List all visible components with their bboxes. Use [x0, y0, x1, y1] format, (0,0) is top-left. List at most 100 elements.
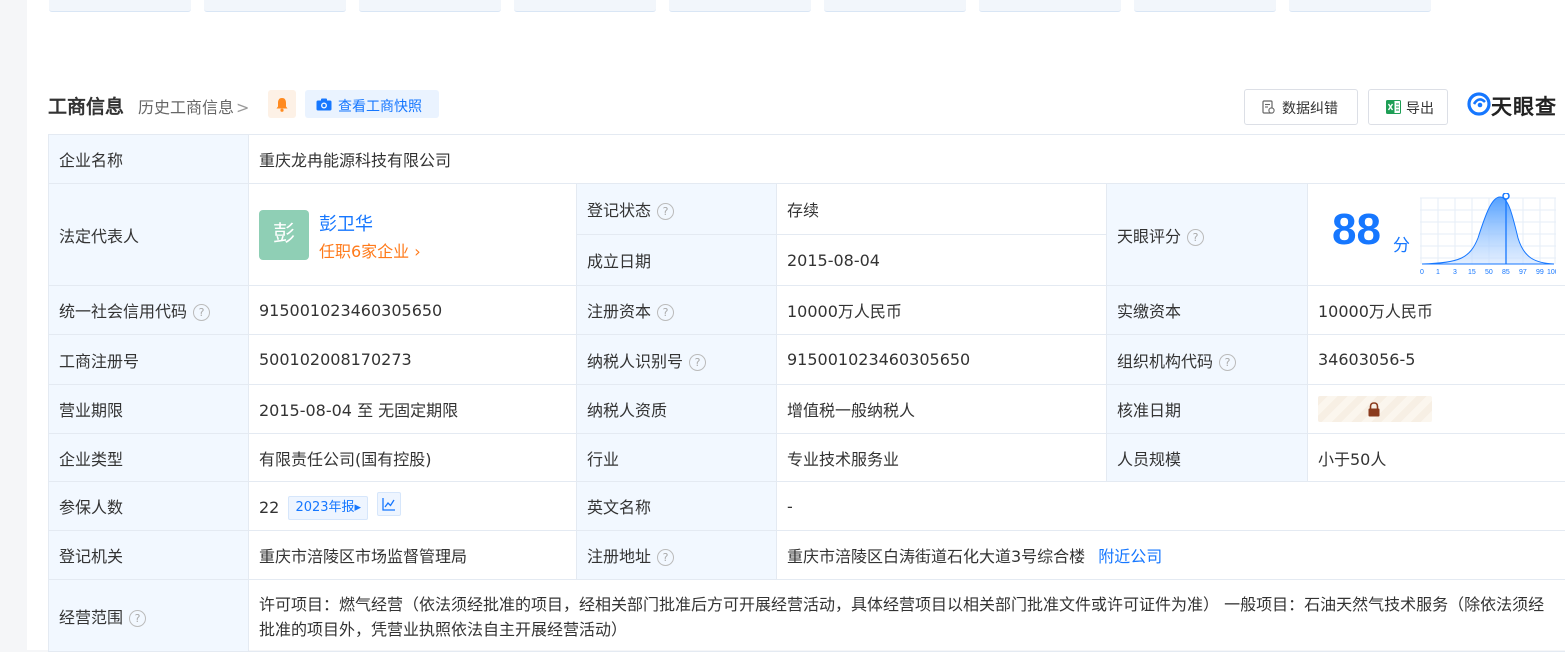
- reg-authority-value: 重庆市涪陵区市场监督管理局: [249, 531, 577, 580]
- help-icon[interactable]: ?: [1219, 354, 1236, 371]
- top-tab[interactable]: [1134, 0, 1276, 12]
- industry-value: 专业技术服务业: [777, 434, 1107, 482]
- score-axis-tick: 99: [1536, 269, 1544, 276]
- biz-term-value: 2015-08-04 至 无固定期限: [249, 385, 577, 434]
- monitor-button[interactable]: [268, 90, 296, 118]
- table-row: 统一社会信用代码? 915001023460305650 注册资本? 10000…: [49, 286, 1565, 335]
- history-info-label: 历史工商信息: [138, 98, 234, 117]
- staff-size-value: 小于50人: [1308, 434, 1565, 482]
- help-icon[interactable]: ?: [657, 549, 674, 566]
- history-info-link[interactable]: 历史工商信息>: [138, 94, 249, 118]
- help-icon[interactable]: ?: [193, 304, 210, 321]
- score-cell: 88 分: [1308, 184, 1565, 286]
- top-tab[interactable]: [359, 0, 501, 12]
- legal-rep-cell: 彭 彭卫华 任职6家企业 ›: [249, 184, 577, 286]
- score-axis-tick: 50: [1485, 269, 1493, 276]
- nearby-companies-link[interactable]: 附近公司: [1098, 547, 1162, 566]
- locked-value[interactable]: [1318, 396, 1432, 422]
- camera-icon: [316, 98, 332, 111]
- excel-icon: [1386, 100, 1401, 114]
- score-axis-tick: 100: [1547, 269, 1556, 276]
- legal-rep-label: 法定代表人: [49, 184, 249, 286]
- top-tab[interactable]: [669, 0, 811, 12]
- score-distribution-chart[interactable]: 0 1 3 15 50 85 97 99 100: [1420, 193, 1556, 277]
- english-name-label: 英文名称: [577, 482, 777, 531]
- export-label: 导出: [1406, 98, 1434, 118]
- english-name-value: -: [777, 482, 1565, 531]
- lock-icon: [1367, 402, 1381, 417]
- annual-report-year-button[interactable]: 2023年报▸: [288, 496, 368, 520]
- view-snapshot-label: 查看工商快照: [338, 96, 422, 116]
- data-correction-button[interactable]: 数据纠错: [1244, 89, 1358, 125]
- legal-rep-name-link[interactable]: 彭卫华: [319, 210, 373, 236]
- top-tab[interactable]: [204, 0, 346, 12]
- scope-value: 许可项目：燃气经营（依法须经批准的项目，经相关部门批准后方可开展经营活动，具体经…: [249, 580, 1565, 652]
- help-icon[interactable]: ?: [1187, 229, 1204, 246]
- reg-capital-label-cell: 注册资本?: [577, 286, 777, 335]
- top-tab[interactable]: [1289, 0, 1431, 12]
- reg-status-label-cell: 登记状态?: [577, 184, 777, 235]
- table-row: 参保人数 22 2023年报▸ 英文名称 -: [49, 482, 1565, 531]
- top-tab[interactable]: [49, 0, 191, 12]
- help-icon[interactable]: ?: [129, 610, 146, 627]
- found-date-label: 成立日期: [577, 235, 777, 286]
- biz-term-label: 营业期限: [49, 385, 249, 434]
- bell-icon: [275, 97, 289, 112]
- business-info-table: 企业名称 重庆龙冉能源科技有限公司 法定代表人 彭 彭卫华 任职6家企业 › 登…: [48, 134, 1565, 652]
- table-row: 经营范围? 许可项目：燃气经营（依法须经批准的项目，经相关部门批准后方可开展经营…: [49, 580, 1565, 652]
- staff-size-label: 人员规模: [1107, 434, 1308, 482]
- reg-address-label-cell: 注册地址?: [577, 531, 777, 580]
- caret-right-icon: ▸: [355, 500, 362, 515]
- approval-date-label: 核准日期: [1107, 385, 1308, 434]
- edit-doc-icon: [1262, 100, 1275, 114]
- org-code-label: 组织机构代码: [1117, 352, 1213, 371]
- reg-address-value: 重庆市涪陵区白涛街道石化大道3号综合楼: [787, 547, 1085, 566]
- legal-rep-jobs-link[interactable]: 任职6家企业 ›: [319, 238, 421, 262]
- page-container: 工商信息 历史工商信息> 查看工商快照: [27, 0, 1565, 650]
- reg-capital-label: 注册资本: [587, 302, 651, 321]
- table-row: 法定代表人 彭 彭卫华 任职6家企业 › 登记状态? 存续 天眼评分? 88 分: [49, 184, 1565, 235]
- section-title: 工商信息: [48, 92, 124, 119]
- org-code-value: 34603056-5: [1308, 335, 1565, 385]
- help-icon[interactable]: ?: [657, 304, 674, 321]
- insured-label: 参保人数: [49, 482, 249, 531]
- avatar[interactable]: 彭: [259, 210, 309, 260]
- score-axis-tick: 85: [1502, 269, 1510, 276]
- annual-report-year-label: 2023年报: [295, 500, 354, 515]
- paid-capital-label: 实缴资本: [1107, 286, 1308, 335]
- top-tab[interactable]: [514, 0, 656, 12]
- score-label-cell: 天眼评分?: [1107, 184, 1308, 286]
- table-row: 工商注册号 500102008170273 纳税人识别号? 9150010234…: [49, 335, 1565, 385]
- org-code-label-cell: 组织机构代码?: [1107, 335, 1308, 385]
- scope-label: 经营范围: [59, 608, 123, 627]
- score-value: 88: [1332, 205, 1381, 255]
- taxpayer-qual-value: 增值税一般纳税人: [777, 385, 1107, 434]
- logo-text: 天眼查: [1491, 91, 1557, 121]
- score-unit: 分: [1393, 231, 1410, 256]
- insured-trend-button[interactable]: [377, 492, 401, 516]
- score-axis-tick: 15: [1468, 269, 1476, 276]
- reg-status-label: 登记状态: [587, 201, 651, 220]
- tianyancha-logo: 天眼查: [1467, 89, 1565, 123]
- insured-cell: 22 2023年报▸: [249, 482, 577, 531]
- top-tab[interactable]: [824, 0, 966, 12]
- taxpayer-qual-label: 纳税人资质: [577, 385, 777, 434]
- chevron-right-icon: ›: [409, 242, 420, 261]
- help-icon[interactable]: ?: [689, 354, 706, 371]
- taxpayer-id-label: 纳税人识别号: [587, 352, 683, 371]
- score-label: 天眼评分: [1117, 227, 1181, 246]
- top-tab[interactable]: [979, 0, 1121, 12]
- data-correction-label: 数据纠错: [1282, 98, 1338, 118]
- company-type-label: 企业类型: [49, 434, 249, 482]
- view-snapshot-button[interactable]: 查看工商快照: [305, 90, 439, 118]
- taxpayer-id-label-cell: 纳税人识别号?: [577, 335, 777, 385]
- help-icon[interactable]: ?: [657, 203, 674, 220]
- approval-date-cell: [1308, 385, 1565, 434]
- export-button[interactable]: 导出: [1368, 89, 1448, 125]
- top-tab-strip: [49, 0, 1549, 12]
- tianyancha-logo-icon: [1467, 92, 1491, 116]
- score-axis-tick: 97: [1519, 269, 1527, 276]
- reg-authority-label: 登记机关: [49, 531, 249, 580]
- industry-label: 行业: [577, 434, 777, 482]
- company-name-value: 重庆龙冉能源科技有限公司: [249, 135, 1565, 184]
